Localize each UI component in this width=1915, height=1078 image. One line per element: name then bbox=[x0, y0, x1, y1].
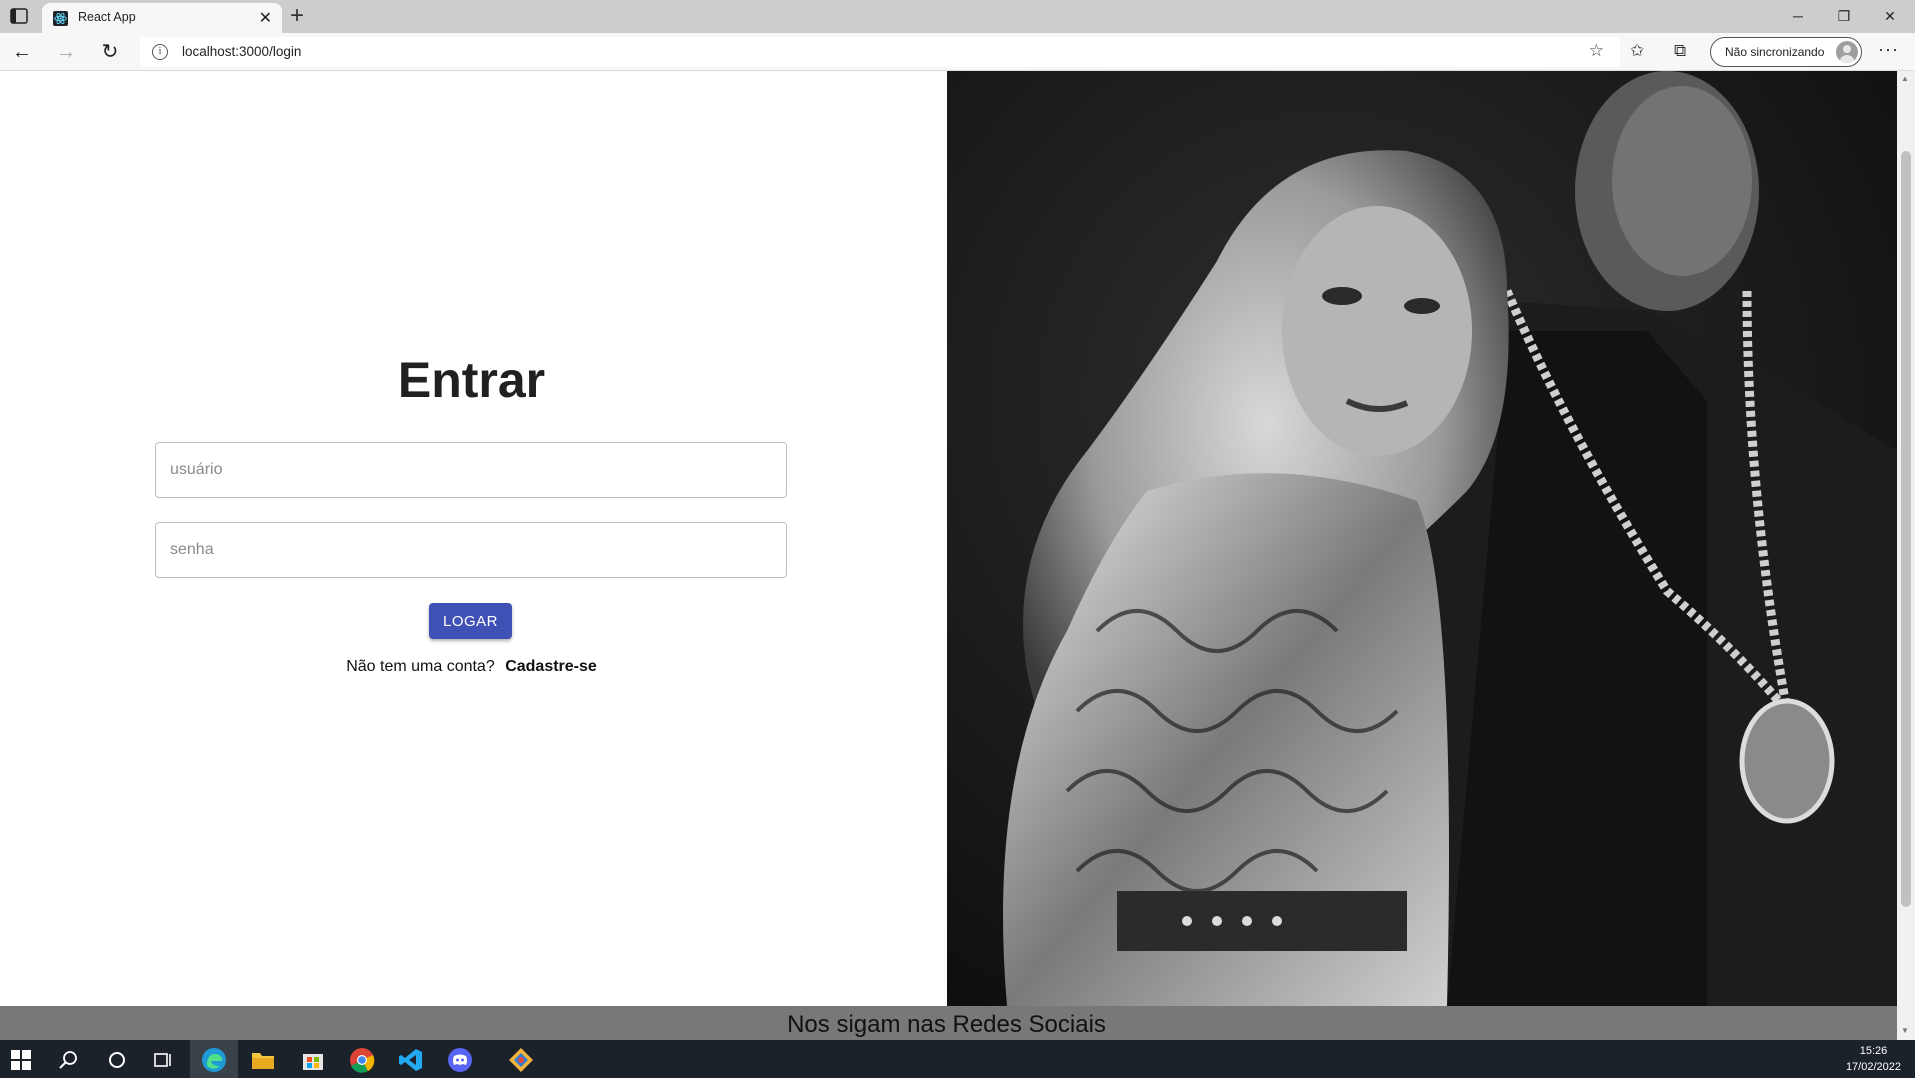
signup-prompt: Não tem uma conta? Cadastre-se bbox=[0, 658, 943, 676]
sync-status-label: Não sincronizando bbox=[1725, 45, 1825, 59]
scroll-down-arrow-icon[interactable]: ▼ bbox=[1901, 1026, 1909, 1035]
search-icon[interactable] bbox=[56, 1047, 82, 1073]
tab-close-icon[interactable]: ✕ bbox=[259, 8, 272, 28]
vscode-icon[interactable] bbox=[398, 1047, 424, 1073]
scrollbar-thumb[interactable] bbox=[1901, 151, 1911, 907]
login-form-panel: Entrar LOGAR Não tem uma conta? Cadastre… bbox=[0, 71, 947, 1006]
windows-start-icon[interactable] bbox=[8, 1047, 34, 1073]
forward-arrow-icon[interactable]: → bbox=[52, 39, 80, 65]
social-media-text: Nos sigam nas Redes Sociais bbox=[787, 1011, 1106, 1038]
profile-sync-button[interactable]: Não sincronizando bbox=[1710, 37, 1862, 67]
url-text[interactable]: localhost:3000/login bbox=[182, 44, 301, 59]
browser-tab-bar: React App ✕ + ─ ❐ ✕ bbox=[0, 0, 1915, 33]
collections-icon[interactable]: ⧉ bbox=[1674, 41, 1686, 61]
tab-actions-icon[interactable] bbox=[10, 8, 28, 24]
site-footer: Nos sigam nas Redes Sociais bbox=[0, 1006, 1897, 1040]
git-kraken-icon[interactable] bbox=[508, 1047, 534, 1073]
window-close-button[interactable]: ✕ bbox=[1868, 4, 1912, 28]
site-info-icon[interactable]: i bbox=[152, 44, 168, 60]
username-input[interactable] bbox=[155, 442, 787, 498]
page-scrollbar[interactable]: ▲ ▼ bbox=[1897, 71, 1915, 1040]
chrome-icon[interactable] bbox=[349, 1047, 375, 1073]
tab-title: React App bbox=[78, 10, 136, 24]
favorites-icon[interactable]: ✩ bbox=[1630, 41, 1644, 61]
edge-browser-icon[interactable] bbox=[201, 1047, 227, 1073]
signup-link[interactable]: Cadastre-se bbox=[505, 658, 597, 675]
task-view-icon[interactable] bbox=[150, 1047, 176, 1073]
hero-photo bbox=[947, 71, 1897, 1006]
reload-icon[interactable]: ↻ bbox=[96, 39, 124, 65]
discord-icon[interactable] bbox=[447, 1047, 473, 1073]
add-favorite-icon[interactable]: ☆ bbox=[1589, 41, 1604, 61]
password-input[interactable] bbox=[155, 522, 787, 578]
no-account-text: Não tem uma conta? bbox=[346, 658, 495, 675]
new-tab-button[interactable]: + bbox=[290, 2, 304, 30]
page-title: Entrar bbox=[397, 352, 546, 408]
cortana-icon[interactable] bbox=[104, 1047, 130, 1073]
scroll-up-arrow-icon[interactable]: ▲ bbox=[1901, 74, 1909, 83]
browser-tab-react-app[interactable]: React App ✕ bbox=[42, 3, 282, 33]
address-bar[interactable]: i localhost:3000/login ☆ bbox=[140, 37, 1620, 67]
login-button[interactable]: LOGAR bbox=[429, 603, 512, 639]
browser-toolbar: ← → ↻ i localhost:3000/login ☆ ✩ ⧉ Não s… bbox=[0, 33, 1915, 71]
back-arrow-icon[interactable]: ← bbox=[8, 39, 36, 65]
minimize-button[interactable]: ─ bbox=[1776, 4, 1820, 28]
microsoft-store-icon[interactable] bbox=[300, 1047, 326, 1073]
clock-time: 15:26 bbox=[1859, 1045, 1888, 1057]
avatar bbox=[1836, 41, 1858, 63]
more-options-icon[interactable]: ··· bbox=[1878, 39, 1899, 60]
page-viewport: Entrar LOGAR Não tem uma conta? Cadastre… bbox=[0, 71, 1897, 1040]
system-clock[interactable]: 15:26 17/02/2022 bbox=[1846, 1043, 1901, 1075]
file-explorer-icon[interactable] bbox=[250, 1047, 276, 1073]
react-logo-icon bbox=[53, 11, 68, 26]
restore-button[interactable]: ❐ bbox=[1822, 4, 1866, 28]
windows-taskbar: 15:26 17/02/2022 bbox=[0, 1040, 1915, 1078]
clock-date: 17/02/2022 bbox=[1845, 1061, 1901, 1073]
